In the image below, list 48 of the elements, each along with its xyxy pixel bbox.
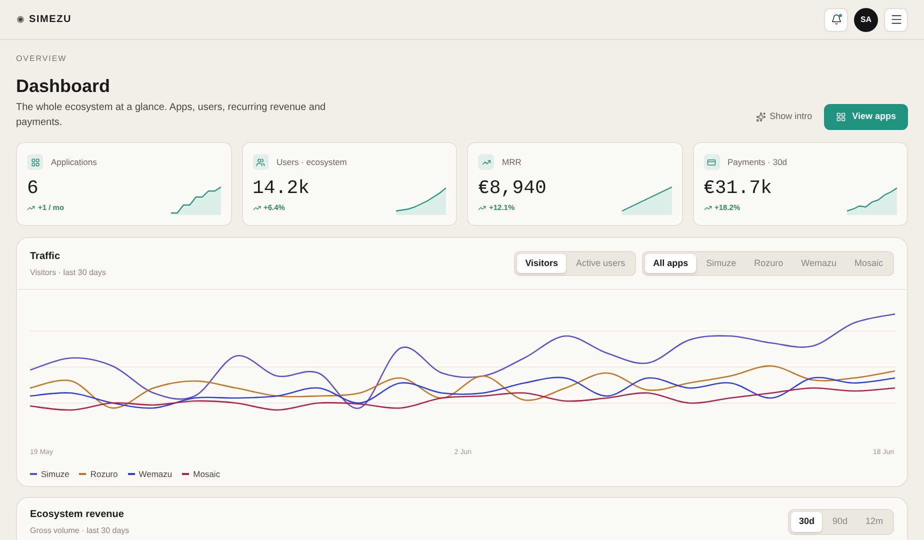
trend-up-icon bbox=[252, 204, 260, 212]
stat-label: MRR bbox=[502, 156, 522, 168]
brand-name: SIMEZU bbox=[29, 13, 72, 27]
show-intro-button[interactable]: Show intro bbox=[752, 104, 816, 130]
grid-icon bbox=[27, 154, 43, 170]
sparkles-icon bbox=[756, 112, 766, 122]
stat-value: 6 bbox=[27, 176, 38, 200]
menu-button[interactable] bbox=[884, 8, 908, 32]
view-apps-button[interactable]: View apps bbox=[824, 104, 908, 130]
tab[interactable]: Simuze bbox=[698, 254, 744, 274]
stat-value: 14.2k bbox=[252, 176, 310, 200]
tab[interactable]: Active users bbox=[568, 254, 634, 274]
legend-label: Mosaic bbox=[193, 468, 220, 480]
stat-label: Payments · 30d bbox=[728, 156, 788, 168]
page-subtitle: The whole ecosystem at a glance. Apps, users, recurring revenue and payments. bbox=[16, 101, 327, 130]
card-title: Ecosystem revenue bbox=[30, 508, 125, 522]
stat-label: Applications bbox=[51, 156, 97, 168]
legend-label: Wemazu bbox=[138, 468, 172, 480]
bell-icon bbox=[830, 14, 842, 25]
trend-up-icon bbox=[27, 204, 35, 212]
tab[interactable]: Wemazu bbox=[793, 254, 844, 274]
card-subtitle: Visitors · last 30 days bbox=[30, 266, 106, 278]
menu-icon bbox=[890, 13, 902, 26]
legend-label: Rozuro bbox=[90, 468, 118, 480]
trend-up-icon bbox=[478, 154, 494, 170]
trend-up-icon bbox=[478, 204, 486, 212]
eyebrow-label: OVERVIEW bbox=[16, 53, 68, 65]
tab[interactable]: Visitors bbox=[517, 254, 566, 274]
tab[interactable]: All apps bbox=[645, 254, 696, 274]
notifications-button[interactable] bbox=[824, 8, 848, 32]
tab[interactable]: Mosaic bbox=[846, 254, 891, 274]
grid-icon bbox=[836, 112, 846, 122]
card-icon bbox=[704, 154, 720, 170]
card-title: Traffic bbox=[30, 250, 62, 264]
stat-value: €31.7k bbox=[704, 176, 772, 200]
tab[interactable]: 90d bbox=[824, 512, 856, 532]
stat-label: Users · ecosystem bbox=[276, 156, 347, 168]
legend-label: Simuze bbox=[41, 468, 70, 480]
logo-icon bbox=[16, 15, 25, 24]
card-subtitle: Gross volume · last 30 days bbox=[30, 525, 130, 537]
tab[interactable]: 12m bbox=[857, 512, 891, 532]
page-title: Dashboard bbox=[16, 75, 112, 98]
users-icon bbox=[252, 154, 268, 170]
tab[interactable]: Rozuro bbox=[746, 254, 792, 274]
trend-up-icon bbox=[704, 204, 712, 212]
stat-value: €8,940 bbox=[478, 176, 546, 200]
tab[interactable]: 30d bbox=[790, 512, 822, 532]
user-avatar[interactable]: SA bbox=[854, 8, 878, 32]
